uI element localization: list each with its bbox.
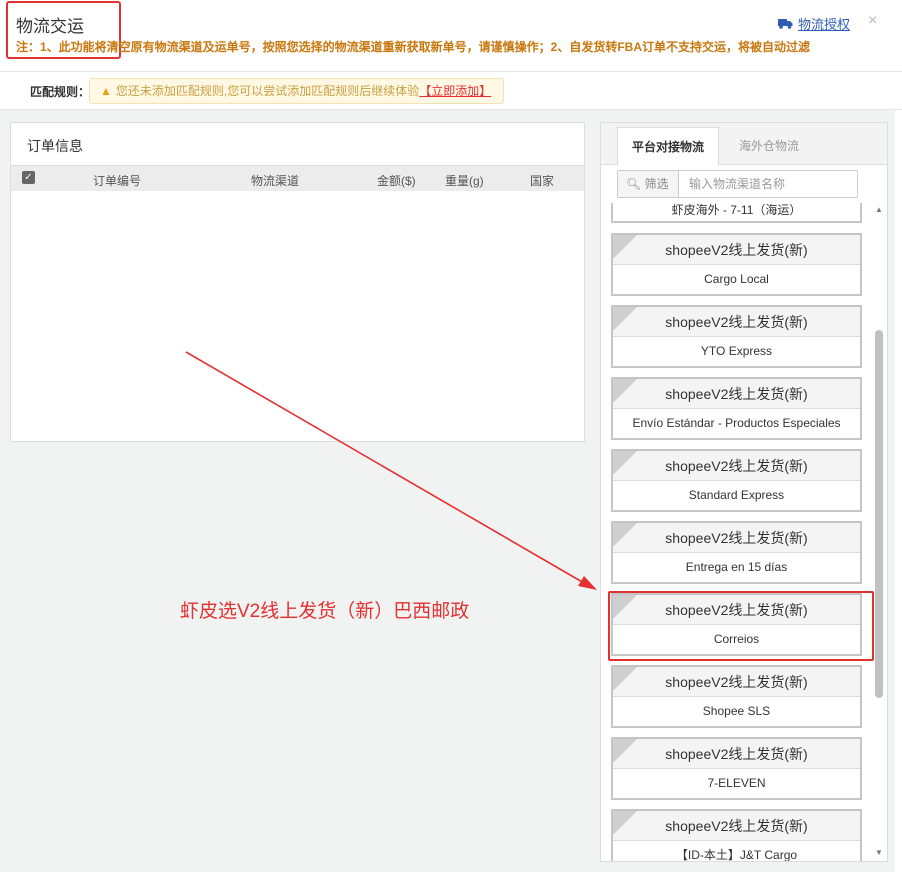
channel-card-title-row: ✓ shopeeV2线上发货(新) (613, 595, 860, 632)
channel-card-subtitle: 【ID-本土】J&T Cargo (675, 848, 798, 861)
channel-card[interactable]: ✓ shopeeV2线上发货(新) Cargo Local (611, 233, 862, 296)
channel-card[interactable]: ✓ shopeeV2线上发货(新) Shopee SLS (611, 665, 862, 728)
corner-check-icon: ✓ (613, 811, 637, 848)
filter-addon: 🔍︎ 筛选 (618, 171, 679, 197)
col-weight: 重量(g) (445, 174, 484, 188)
corner-check-icon: ✓ (613, 307, 637, 344)
corner-check-icon: ✓ (613, 523, 637, 560)
match-rule-warning: ▲ 您还未添加匹配规则,您可以尝试添加匹配规则后继续体验【立即添加】 (89, 78, 504, 104)
channel-search-input[interactable] (680, 171, 856, 197)
channel-card-subtitle: 7-ELEVEN (707, 776, 766, 790)
channel-card-subtitle: Entrega en 15 días (685, 560, 788, 574)
channel-card-title-row: ✓ shopeeV2线上发货(新) (613, 739, 860, 776)
channel-card-title: shopeeV2线上发货(新) (665, 530, 808, 546)
logistics-panel: 平台对接物流 海外仓物流 🔍︎ 筛选 虾皮海外 - 7-11（海运） ✓ shop… (600, 122, 888, 862)
tab-platform-logistics[interactable]: 平台对接物流 (617, 127, 719, 165)
channel-card-title: shopeeV2线上发货(新) (665, 746, 808, 762)
channel-card[interactable]: ✓ shopeeV2线上发货(新) YTO Express (611, 305, 862, 368)
corner-check-icon: ✓ (613, 235, 637, 272)
add-rule-link[interactable]: 【立即添加】 (419, 84, 491, 98)
warning-icon: ▲ (100, 84, 112, 98)
channel-card-subtitle: Cargo Local (704, 272, 769, 286)
channel-card[interactable]: ✓ shopeeV2线上发货(新) Standard Express (611, 449, 862, 512)
corner-check-icon: ✓ (613, 667, 637, 704)
channel-card-title: shopeeV2线上发货(新) (665, 674, 808, 690)
match-rule-warning-text: 您还未添加匹配规则,您可以尝试添加匹配规则后继续体验 (115, 84, 420, 98)
channel-card-title-row: ✓ shopeeV2线上发货(新) (613, 307, 860, 344)
scroll-up-icon[interactable]: ▲ (874, 205, 884, 215)
close-icon[interactable]: × (868, 12, 877, 30)
channel-card[interactable]: ✓ shopeeV2线上发货(新) 7-ELEVEN (611, 737, 862, 800)
annotation-text: 虾皮选V2线上发货（新）巴西邮政 (180, 601, 470, 622)
channel-card-subtitle: Envío Estándar - Productos Especiales (632, 416, 841, 430)
tab-overseas-warehouse[interactable]: 海外仓物流 (729, 127, 809, 165)
channel-card-list[interactable]: 虾皮海外 - 7-11（海运） ✓ shopeeV2线上发货(新) Cargo Lo… (601, 203, 873, 861)
match-rule-bar: 匹配规则： ▲ 您还未添加匹配规则,您可以尝试添加匹配规则后继续体验【立即添加】 (0, 72, 902, 110)
order-info-title: 订单信息 (27, 138, 83, 154)
channel-card-title-row: ✓ shopeeV2线上发货(新) (613, 379, 860, 416)
logistics-auth-link[interactable]: 物流授权 (778, 14, 850, 33)
col-order-number: 订单编号 (93, 174, 142, 188)
scroll-down-icon[interactable]: ▼ (874, 848, 884, 858)
scroll-thumb[interactable] (875, 330, 883, 698)
col-logistics-channel: 物流渠道 (251, 174, 300, 188)
channel-card-title: shopeeV2线上发货(新) (665, 458, 808, 474)
channel-card-partial[interactable]: 虾皮海外 - 7-11（海运） (611, 203, 862, 223)
channel-card-title: shopeeV2线上发货(新) (665, 242, 808, 258)
logistics-tabs: 平台对接物流 海外仓物流 (601, 123, 887, 165)
channel-card-subtitle: Correios (713, 632, 760, 646)
channel-scrollbar[interactable]: ▲ ▼ (874, 205, 884, 860)
channel-card-title: shopeeV2线上发货(新) (665, 314, 808, 330)
select-all-checkbox[interactable]: ✓ (22, 171, 35, 184)
background-page-edge (895, 110, 902, 872)
channel-card-subtitle: Shopee SLS (702, 704, 771, 718)
notice-text: 注：1、此功能将清空原有物流渠道及运单号，按照您选择的物流渠道重新获取新单号，请… (16, 40, 811, 54)
channel-card-title-row: ✓ shopeeV2线上发货(新) (613, 811, 860, 848)
channel-card-title-row: ✓ shopeeV2线上发货(新) (613, 451, 860, 488)
order-info-panel: 订单信息 ✓ 订单编号 物流渠道 金额($) 重量(g) 国家 (10, 122, 585, 442)
filter-label: 筛选 (644, 177, 669, 191)
dialog-header: 物流交运 注：1、此功能将清空原有物流渠道及运单号，按照您选择的物流渠道重新获取… (0, 0, 902, 72)
channel-card[interactable]: ✓ shopeeV2线上发货(新) Envío Estándar - Product… (611, 377, 862, 440)
match-rule-label: 匹配规则： (30, 85, 91, 99)
channel-card[interactable]: ✓ shopeeV2线上发货(新) 【ID-本土】J&T Cargo (611, 809, 862, 861)
corner-check-icon: ✓ (613, 595, 637, 632)
channel-filter: 🔍︎ 筛选 (617, 170, 858, 198)
col-country: 国家 (530, 174, 555, 188)
channel-card[interactable]: ✓ shopeeV2线上发货(新) Entrega en 15 días (611, 521, 862, 584)
corner-check-icon: ✓ (613, 379, 637, 416)
channel-card-title: shopeeV2线上发货(新) (665, 818, 808, 834)
channel-card-subtitle: Standard Express (688, 488, 785, 502)
channel-card-title-row: ✓ shopeeV2线上发货(新) (613, 667, 860, 704)
channel-card[interactable]: ✓ shopeeV2线上发货(新) Correios (611, 593, 862, 656)
col-amount: 金额($) (377, 174, 416, 188)
corner-check-icon: ✓ (613, 739, 637, 776)
channel-card-title: shopeeV2线上发货(新) (665, 602, 808, 618)
channel-card-title-row: ✓ shopeeV2线上发货(新) (613, 235, 860, 272)
order-table-header: ✓ 订单编号 物流渠道 金额($) 重量(g) 国家 (11, 165, 584, 191)
truck-icon (778, 19, 793, 29)
search-icon: 🔍︎ (626, 177, 642, 191)
corner-check-icon: ✓ (613, 451, 637, 488)
channel-card-subtitle: YTO Express (700, 344, 773, 358)
logistics-auth-label: 物流授权 (798, 17, 851, 32)
channel-card-title: shopeeV2线上发货(新) (665, 386, 808, 402)
channel-card-title-row: ✓ shopeeV2线上发货(新) (613, 523, 860, 560)
